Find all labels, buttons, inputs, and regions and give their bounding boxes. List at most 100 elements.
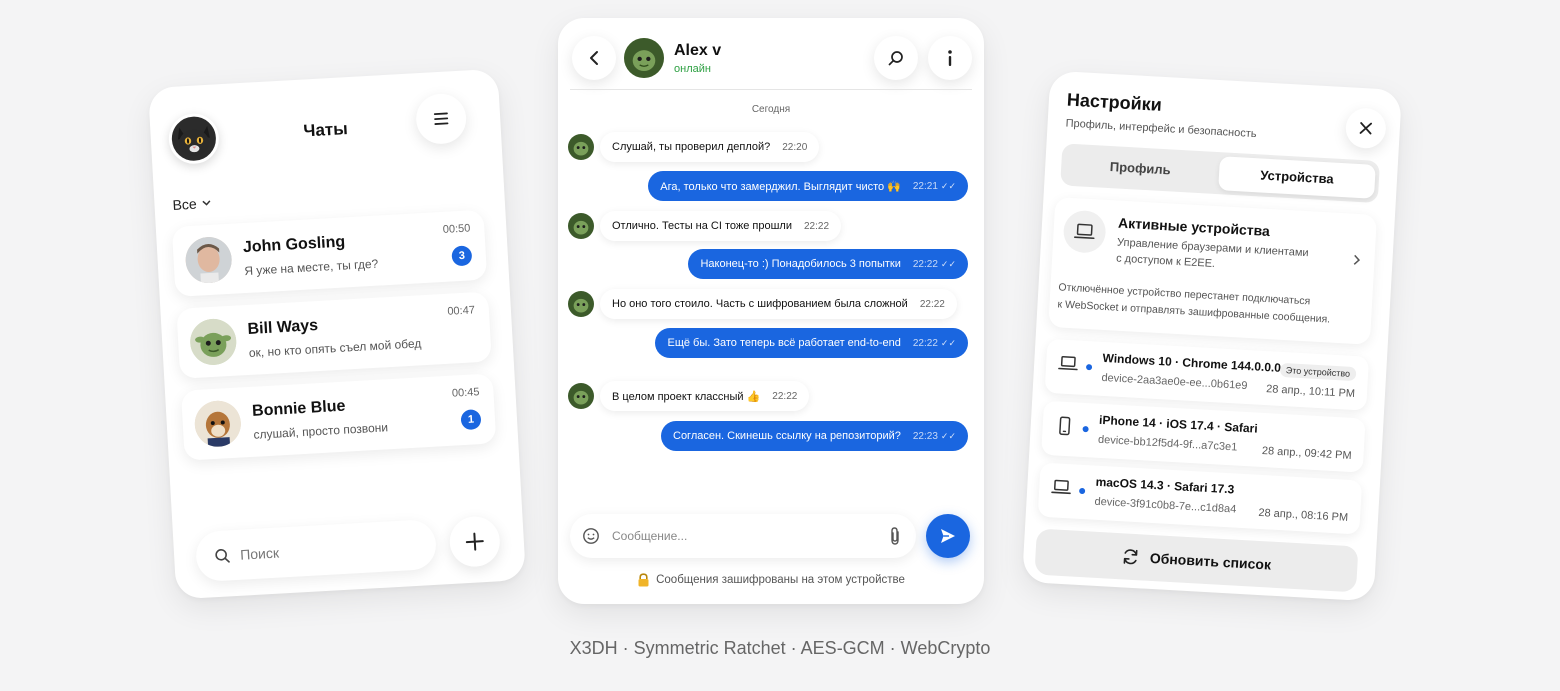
incoming-message[interactable]: Но оно того стоило. Часть с шифрованием … (600, 289, 957, 319)
chat-item-bill-ways[interactable]: Bill Ways ок, но кто опять съел мой обед… (176, 291, 492, 379)
menu-button[interactable] (414, 92, 468, 146)
search-bar[interactable]: Поиск (194, 518, 438, 583)
message-text: Согласен. Скинешь ссылку на репозиторий? (673, 430, 901, 442)
new-chat-button[interactable] (448, 515, 502, 568)
active-devices-card[interactable]: Активные устройства Управление браузерам… (1048, 197, 1378, 345)
contact-avatar[interactable] (624, 38, 664, 78)
creature-avatar-icon (568, 291, 594, 317)
search-icon (888, 51, 903, 66)
outgoing-message[interactable]: Согласен. Скинешь ссылку на репозиторий?… (661, 421, 968, 451)
device-row[interactable]: macOS 14.3 · Safari 17.3 device-3f91c0b8… (1037, 462, 1363, 535)
back-button[interactable] (572, 36, 616, 80)
date-divider: Сегодня (751, 104, 791, 115)
lock-icon (638, 573, 649, 587)
chat-filter[interactable]: Все (172, 195, 212, 213)
settings-tabs: Профиль Устройства (1060, 143, 1381, 204)
device-id: device-bb12f5d4-9f...a7c3e1 (1097, 433, 1238, 454)
chevron-right-icon (1353, 254, 1361, 265)
message-text: Слушай, ты проверил деплой? (612, 141, 771, 153)
chat-item-john-gosling[interactable]: John Gosling Я уже на месте, ты где? 00:… (171, 209, 488, 297)
contact-avatar (568, 383, 594, 409)
laptop-icon-circle (1062, 209, 1107, 254)
message-text: Ещё бы. Зато теперь всё работает end-to-… (667, 337, 901, 349)
message-preview: Я уже на месте, ты где? (243, 256, 379, 279)
device-date: 28 апр., 09:42 PM (1261, 444, 1352, 462)
message-time: 22:22 (912, 337, 938, 349)
active-devices-desc-2: с доступом к E2EE. (1115, 252, 1216, 271)
contact-avatar (568, 134, 594, 160)
contact-avatar (568, 291, 594, 317)
search-input[interactable]: Поиск (240, 545, 280, 563)
info-button[interactable] (928, 36, 972, 80)
outgoing-message[interactable]: Наконец-то :) Понадобилось 3 попытки 22:2… (688, 249, 968, 279)
search-icon (215, 549, 230, 563)
creature-avatar-icon (568, 383, 594, 409)
message-text: Наконец-то :) Понадобилось 3 попытки (700, 258, 901, 270)
contact-name: Bonnie Blue (251, 397, 346, 420)
this-device-badge: Это устройство (1279, 362, 1357, 382)
chevron-left-icon (590, 51, 598, 65)
header-divider (570, 89, 972, 90)
tab-profile[interactable]: Профиль (1064, 148, 1216, 190)
message-input[interactable]: Сообщение... (612, 529, 687, 543)
conversation-panel: Alex v онлайн Сегодня Слушай, ты провери… (558, 18, 984, 604)
contact-avatar (184, 235, 233, 285)
search-button[interactable] (874, 36, 918, 80)
contact-status: онлайн (674, 63, 711, 75)
message-text: Ага, только что замерджил. Выглядит чист… (660, 180, 901, 193)
close-button[interactable] (1344, 107, 1387, 150)
refresh-list-button[interactable]: Обновить список (1034, 528, 1359, 593)
read-checkmarks-icon: ✓✓ (940, 180, 956, 191)
message-time: 22:21 (912, 180, 938, 192)
settings-title: Настройки (1066, 89, 1163, 115)
message-time: 22:23 (912, 430, 938, 442)
creature-avatar-icon (189, 317, 238, 367)
animal-avatar-icon (193, 399, 243, 449)
info-icon (948, 50, 952, 66)
outgoing-message[interactable]: Ещё бы. Зато теперь всё работает end-to-… (655, 328, 968, 358)
chat-filter-label: Все (172, 195, 198, 213)
device-name: iPhone 14 · iOS 17.4 · Safari (1098, 412, 1259, 436)
refresh-icon (1123, 549, 1138, 565)
laptop-icon (1074, 223, 1095, 240)
laptop-icon (1051, 479, 1071, 495)
encryption-note: Сообщения зашифрованы на этом устройстве (558, 573, 984, 587)
message-time: 22:20 (782, 141, 808, 153)
device-row[interactable]: iPhone 14 · iOS 17.4 · Safari device-bb1… (1041, 400, 1366, 473)
paperclip-icon[interactable] (888, 526, 902, 546)
message-time: 22:22 (919, 298, 945, 310)
contact-name: Bill Ways (247, 317, 319, 338)
incoming-message[interactable]: Отлично. Тесты на CI тоже прошли 22:22 (600, 211, 842, 241)
person-avatar-icon (184, 235, 233, 285)
device-name: macOS 14.3 · Safari 17.3 (1095, 474, 1235, 497)
message-time: 22:22 (804, 220, 830, 232)
laptop-icon (1058, 355, 1078, 371)
message-time: 00:47 (447, 304, 476, 318)
contact-avatar (193, 399, 243, 449)
contact-name: John Gosling (242, 233, 346, 257)
device-row[interactable]: Windows 10 · Chrome 144.0.0.0 Это устрой… (1044, 338, 1370, 411)
refresh-list-label: Обновить список (1149, 549, 1272, 573)
message-time: 00:50 (442, 222, 471, 236)
footer-caption: X3DH · Symmetric Ratchet · AES-GCM · Web… (569, 638, 991, 658)
read-checkmarks-icon: ✓✓ (940, 430, 956, 441)
incoming-message[interactable]: Слушай, ты проверил деплой? 22:20 (600, 132, 820, 162)
creature-avatar-icon (568, 134, 594, 160)
outgoing-message[interactable]: Ага, только что замерджил. Выглядит чист… (648, 171, 968, 201)
device-date: 28 апр., 08:16 PM (1258, 506, 1349, 524)
incoming-message[interactable]: В целом проект классный 👍 22:22 (600, 381, 810, 411)
chat-item-bonnie-blue[interactable]: Bonnie Blue слушай, просто позвони 00:45… (180, 373, 497, 461)
unread-badge: 1 (460, 409, 482, 431)
tab-devices[interactable]: Устройства (1218, 156, 1376, 199)
chats-panel: Чаты Все John Gosling Я уже на месте, ты… (147, 68, 527, 600)
message-preview: ок, но кто опять съел мой обед (248, 336, 422, 360)
send-button[interactable] (926, 514, 970, 558)
online-dot (1082, 425, 1089, 433)
menu-icon (433, 112, 449, 125)
emoji-icon[interactable] (582, 527, 600, 545)
message-text: В целом проект классный 👍 (612, 390, 761, 403)
settings-panel: Настройки Профиль, интерфейс и безопасно… (1021, 70, 1403, 602)
device-id: device-2aa3ae0e-ee...0b61e9 (1101, 371, 1248, 393)
creature-avatar-icon (624, 38, 664, 78)
phone-icon (1059, 416, 1071, 436)
